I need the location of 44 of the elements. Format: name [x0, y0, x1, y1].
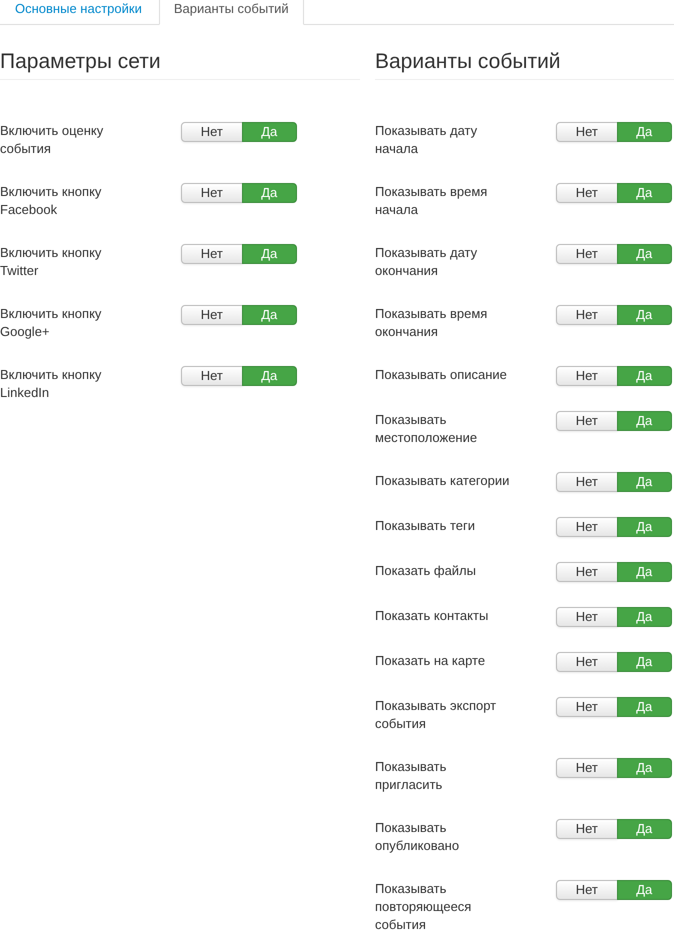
setting-label: Показывать пригласить: [375, 758, 448, 794]
toggle-option[interactable]: Нет: [181, 366, 243, 386]
toggle-option[interactable]: Нет: [556, 880, 618, 900]
setting-label: Показывать экспорт события: [375, 697, 498, 733]
toggle-option[interactable]: Нет: [556, 472, 618, 492]
setting-label: Показывать теги: [375, 517, 476, 535]
section-title: Параметры сети: [0, 49, 161, 75]
toggle-option[interactable]: Нет: [556, 244, 618, 264]
toggle-option[interactable]: Нет: [181, 183, 243, 203]
setting-label: Показывать категории: [375, 472, 510, 490]
setting-label: Показать на карте: [375, 652, 486, 670]
toggle-option[interactable]: Нет: [556, 183, 618, 203]
toggle-option[interactable]: Нет: [556, 305, 618, 325]
setting-label: Показывать время окончания: [375, 305, 488, 341]
toggle-option[interactable]: Нет: [556, 819, 618, 839]
setting-label: Включить кнопку Google+: [0, 305, 102, 341]
toggle-option[interactable]: Нет: [556, 366, 618, 386]
toggle-option[interactable]: Нет: [556, 607, 618, 627]
setting-label: Показывать описание: [375, 366, 507, 384]
toggle-option[interactable]: Нет: [556, 758, 618, 778]
toggle-option[interactable]: Нет: [181, 244, 243, 264]
tab[interactable]: Основные настройки: [0, 0, 157, 25]
setting-label: Включить кнопку LinkedIn: [0, 366, 102, 402]
tab[interactable]: Варианты событий: [158, 0, 304, 25]
toggle-option[interactable]: Нет: [556, 517, 618, 537]
setting-label: Показать файлы: [375, 562, 476, 580]
setting-label: Включить оценку события: [0, 122, 104, 158]
setting-label: Включить кнопку Twitter: [0, 244, 102, 280]
setting-label: Показывать дату окончания: [375, 244, 478, 280]
toggle-option[interactable]: Нет: [181, 122, 243, 142]
setting-label: Показывать местоположение: [375, 411, 478, 447]
setting-label: Показывать время начала: [375, 183, 488, 219]
toggle-option[interactable]: Нет: [556, 697, 618, 717]
toggle-option[interactable]: Нет: [556, 122, 618, 142]
toggle-option[interactable]: Нет: [556, 562, 618, 582]
setting-label: Включить кнопку Facebook: [0, 183, 102, 219]
setting-label: Показывать опубликовано: [375, 819, 460, 855]
setting-label: Показать контакты: [375, 607, 488, 625]
setting-label: Показывать дату начала: [375, 122, 478, 158]
toggle-option[interactable]: Нет: [556, 411, 618, 431]
section-title: Варианты событий: [375, 49, 561, 75]
toggle-option[interactable]: Нет: [181, 305, 243, 325]
setting-label: Показывать повторяющееся события: [375, 880, 472, 934]
toggle-option[interactable]: Нет: [556, 652, 618, 672]
